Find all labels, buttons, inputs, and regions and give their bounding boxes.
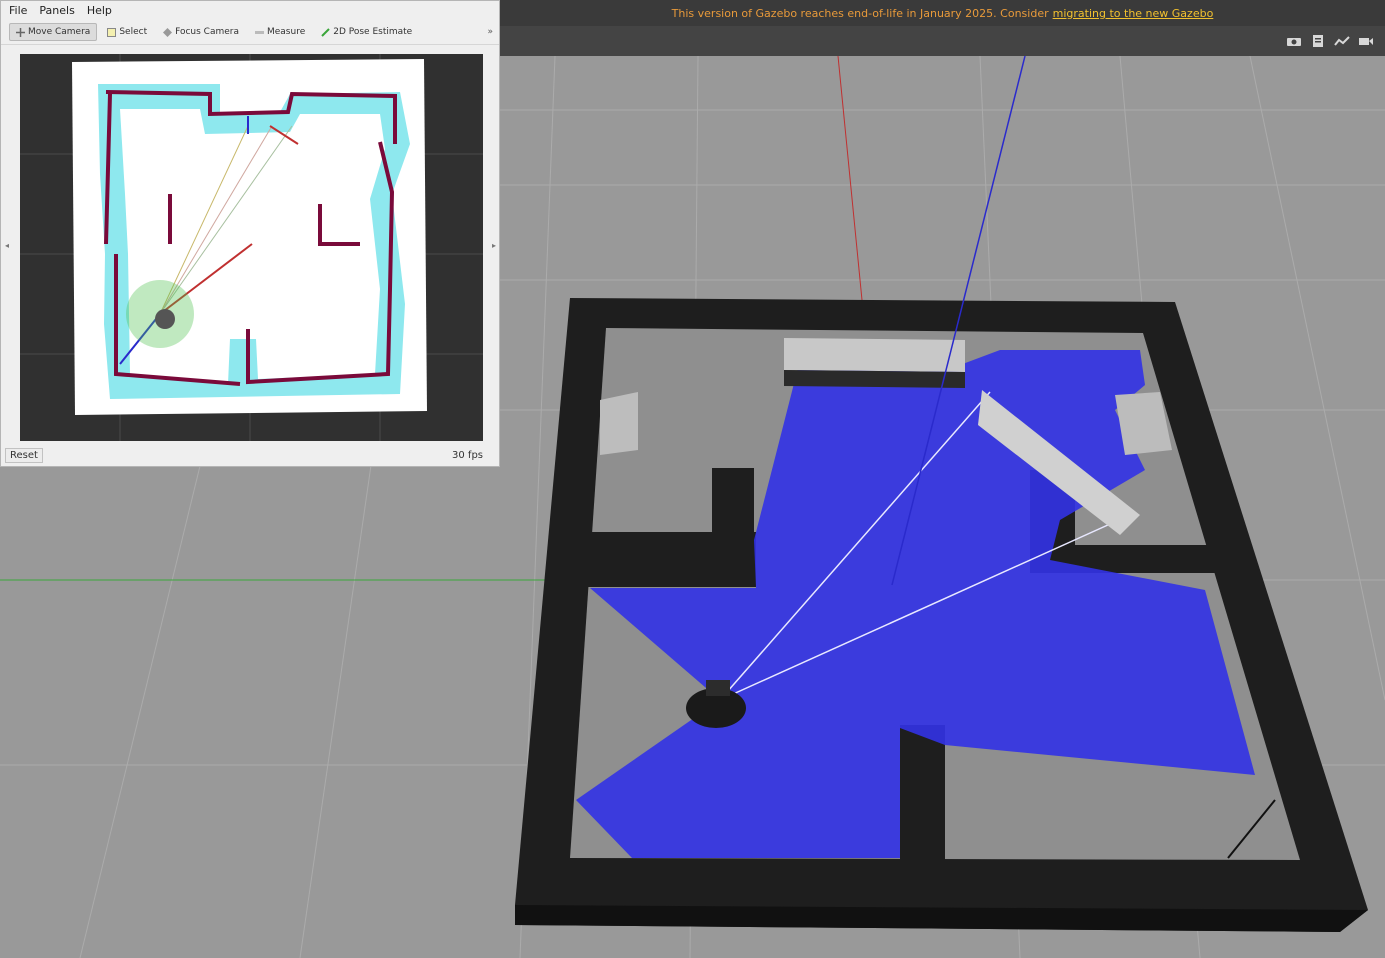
- tool-select[interactable]: Select: [101, 24, 153, 40]
- record-icon[interactable]: [1309, 34, 1327, 48]
- camera-icon[interactable]: [1285, 34, 1303, 48]
- toolbar-overflow-icon[interactable]: »: [487, 27, 493, 37]
- tool-move-camera[interactable]: Move Camera: [9, 23, 98, 41]
- tool-label: 2D Pose Estimate: [333, 27, 413, 37]
- menu-panels[interactable]: Panels: [39, 4, 74, 17]
- move-camera-icon: [16, 27, 25, 37]
- rviz-menubar: File Panels Help: [1, 1, 499, 20]
- eol-banner: This version of Gazebo reaches end-of-li…: [500, 0, 1385, 26]
- focus-camera-icon: [163, 27, 173, 37]
- left-panel-handle[interactable]: ◂: [5, 241, 9, 250]
- tool-label: Measure: [266, 27, 306, 37]
- tool-label: Move Camera: [28, 27, 91, 37]
- banner-link[interactable]: migrating to the new Gazebo: [1053, 7, 1214, 20]
- rviz-map-render: [20, 54, 483, 441]
- rviz-window: File Panels Help Move Camera Select Focu…: [0, 0, 500, 467]
- fps-readout: 30 fps: [452, 449, 483, 461]
- tool-focus-camera[interactable]: Focus Camera: [157, 24, 245, 40]
- tool-label: Select: [119, 27, 148, 37]
- measure-icon: [254, 28, 264, 37]
- menu-help[interactable]: Help: [87, 4, 112, 17]
- rviz-3d-viewport[interactable]: [20, 54, 483, 441]
- tool-2d-pose-estimate[interactable]: 2D Pose Estimate: [315, 24, 418, 40]
- right-panel-handle[interactable]: ▸: [492, 241, 496, 250]
- tool-measure[interactable]: Measure: [249, 24, 311, 40]
- rviz-statusbar: Reset 30 fps: [1, 444, 499, 466]
- rviz-robot-model: [155, 309, 175, 329]
- rviz-toolbar: Move Camera Select Focus Camera Measure …: [1, 20, 499, 45]
- menu-file[interactable]: File: [9, 4, 27, 17]
- banner-text: This version of Gazebo reaches end-of-li…: [671, 6, 1049, 20]
- video-icon[interactable]: [1357, 34, 1375, 48]
- pose-estimate-icon: [321, 27, 330, 37]
- tool-label: Focus Camera: [175, 27, 239, 37]
- gazebo-toolbar: [500, 26, 1385, 56]
- select-icon: [107, 27, 117, 37]
- reset-button[interactable]: Reset: [5, 447, 43, 463]
- plot-icon[interactable]: [1333, 34, 1351, 48]
